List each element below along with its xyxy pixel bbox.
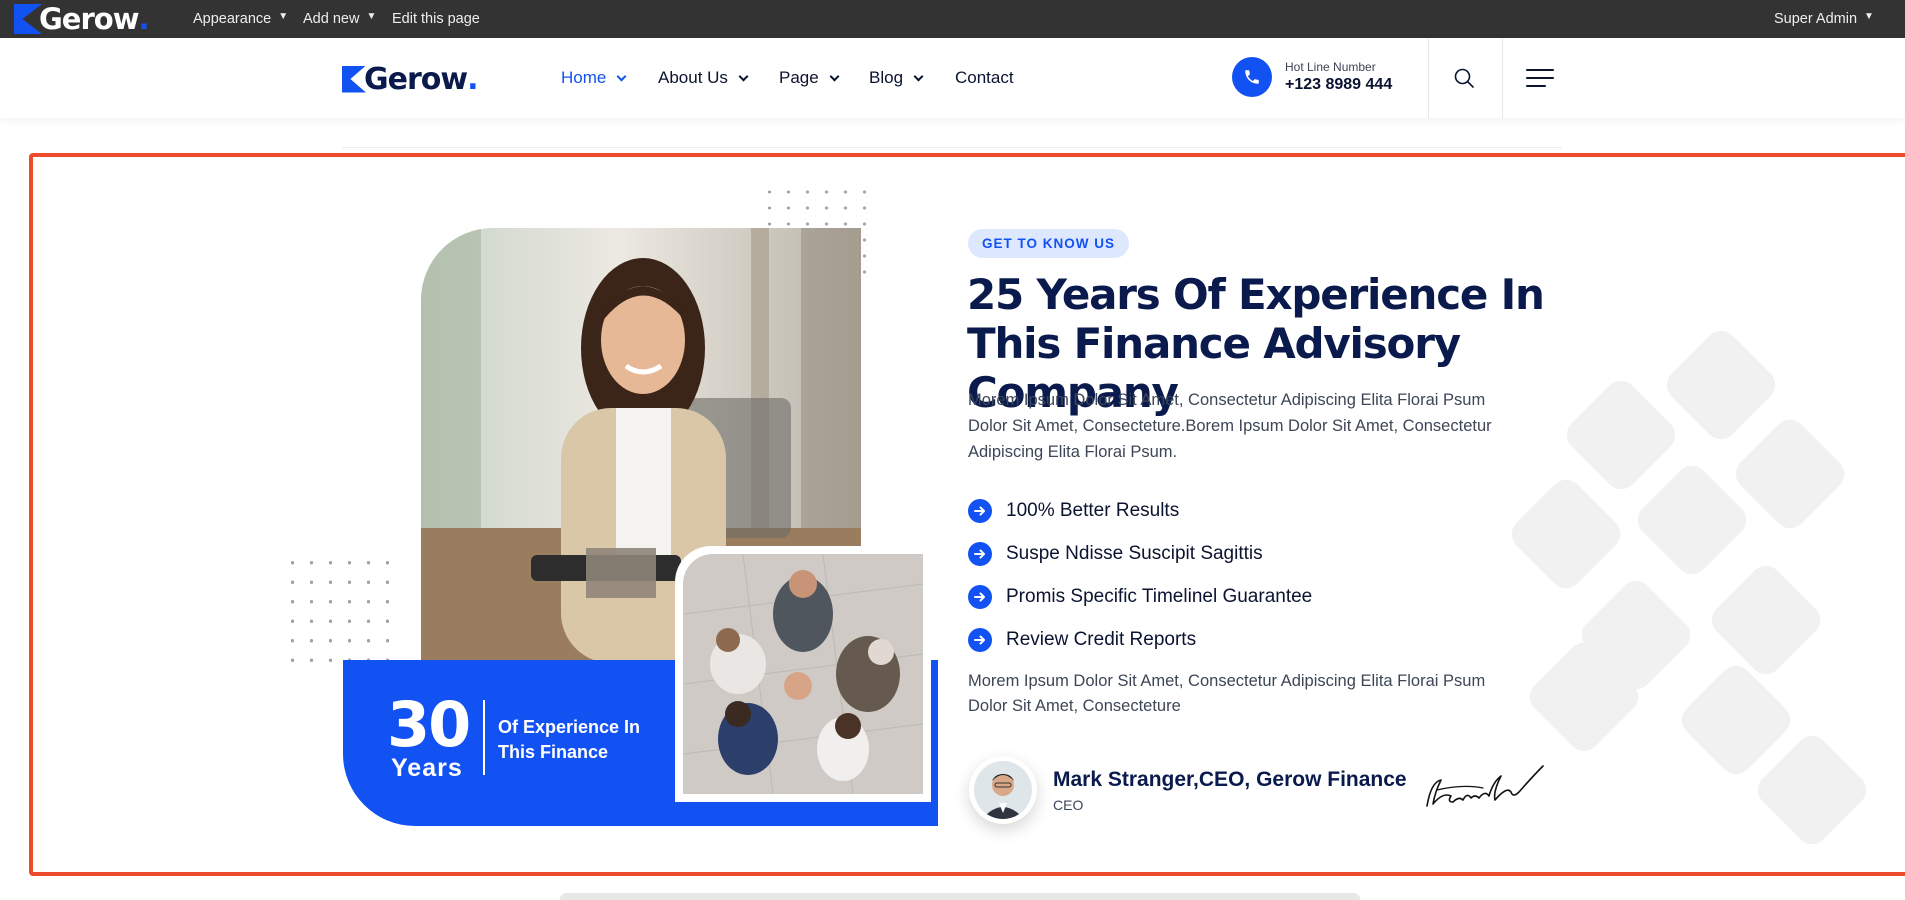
chevron-down-icon bbox=[616, 71, 627, 81]
list-item-label: Suspe Ndisse Suscipit Sagittis bbox=[1006, 542, 1263, 564]
experience-text: Of Experience In This Finance Advisory C… bbox=[498, 717, 641, 762]
admin-user-menu[interactable]: Super Admin ▼ bbox=[1774, 0, 1874, 38]
nav-item-about-us[interactable]: About Us bbox=[658, 66, 749, 90]
caret-down-icon: ▼ bbox=[278, 10, 289, 22]
decor-shape bbox=[1751, 729, 1873, 851]
feature-list: 100% Better Results Suspe Ndisse Suscipi… bbox=[968, 489, 1312, 661]
section-tag: GET TO KNOW US bbox=[968, 229, 1130, 258]
avatar bbox=[969, 756, 1037, 824]
ceo-photo bbox=[974, 761, 1032, 819]
admin-bar: Gerow. Appearance ▼ Add new ▼ Edit this pa… bbox=[0, 0, 1905, 38]
decor-dot-grid bbox=[283, 553, 399, 671]
signature-image bbox=[1426, 765, 1544, 807]
phone-icon bbox=[1245, 70, 1259, 84]
ceo-name: Mark Stranger,CEO, Gerow Finance bbox=[1053, 768, 1407, 791]
nav-item-label: Home bbox=[561, 68, 607, 87]
about-section-selected-frame[interactable] bbox=[29, 153, 1905, 876]
nav-item-home[interactable]: Home bbox=[561, 66, 627, 90]
nav-item-label: About Us bbox=[658, 68, 728, 87]
next-section-edge bbox=[560, 893, 1360, 900]
nav-item-label: Page bbox=[779, 68, 819, 87]
arrow-right-circle-icon bbox=[968, 498, 992, 523]
decor-shape bbox=[1660, 324, 1782, 446]
list-item-label: 100% Better Results bbox=[1006, 499, 1180, 521]
site-header: Gerow. Home About Us Page Blog Contact H… bbox=[0, 38, 1905, 118]
arrow-right-circle-icon bbox=[968, 541, 992, 566]
menu-icon bbox=[1526, 69, 1554, 87]
nav-item-blog[interactable]: Blog bbox=[869, 66, 924, 90]
admin-menu-edit-page[interactable]: Edit this page bbox=[392, 0, 480, 38]
list-item: 100% Better Results bbox=[968, 489, 1312, 532]
chevron-down-icon bbox=[829, 71, 840, 81]
admin-logo[interactable]: Gerow. bbox=[14, 2, 150, 36]
experience-unit: Years bbox=[391, 754, 463, 782]
site-logo-dot: . bbox=[467, 61, 479, 97]
list-item-label: Promis Specific Timelinel Guarantee bbox=[1006, 585, 1313, 607]
section-top-line bbox=[342, 147, 1562, 148]
header-divider bbox=[1502, 38, 1503, 118]
hotline-label: Hot Line Number bbox=[1285, 60, 1376, 74]
team-hands-photo bbox=[683, 554, 923, 794]
search-button[interactable] bbox=[1452, 66, 1476, 90]
list-item: Review Credit Reports bbox=[968, 618, 1312, 661]
nav-item-label: Contact bbox=[955, 68, 1014, 87]
arrow-right-circle-icon bbox=[968, 627, 992, 652]
site-logo-text: Gerow bbox=[364, 61, 468, 97]
list-item-label: Review Credit Reports bbox=[1006, 628, 1197, 650]
phone-button[interactable] bbox=[1232, 57, 1272, 97]
ceo-role: CEO bbox=[1053, 797, 1084, 813]
arrow-right-circle-icon bbox=[968, 584, 992, 609]
offcanvas-menu-button[interactable] bbox=[1526, 68, 1554, 88]
section-description: Morem Ipsum Dolor Sit Amet, Consectetur … bbox=[968, 391, 1492, 461]
logo-mark-icon bbox=[14, 4, 42, 34]
list-item: Promis Specific Timelinel Guarantee bbox=[968, 575, 1312, 618]
admin-menu-add-new-label: Add new bbox=[303, 11, 360, 27]
list-item: Suspe Ndisse Suscipit Sagittis bbox=[968, 532, 1312, 575]
experience-number: 30 bbox=[387, 688, 471, 761]
admin-menu-add-new[interactable]: Add new ▼ bbox=[303, 0, 376, 38]
admin-menu-edit-page-label: Edit this page bbox=[392, 11, 480, 27]
decor-shape bbox=[1631, 459, 1753, 581]
decor-shape bbox=[1705, 559, 1827, 681]
section-description-secondary: Morem Ipsum Dolor Sit Amet, Consectetur … bbox=[968, 672, 1486, 715]
admin-menu-appearance[interactable]: Appearance ▼ bbox=[193, 0, 288, 38]
header-divider bbox=[1428, 38, 1429, 118]
site-logo[interactable]: Gerow. bbox=[342, 61, 479, 97]
experience-divider bbox=[483, 700, 485, 775]
caret-down-icon: ▼ bbox=[1864, 10, 1874, 22]
nav-item-label: Blog bbox=[869, 68, 904, 87]
chevron-down-icon bbox=[913, 71, 924, 81]
chevron-down-icon bbox=[738, 71, 749, 81]
admin-menu-appearance-label: Appearance bbox=[193, 11, 272, 27]
hotline-number[interactable]: +123 8989 444 bbox=[1285, 76, 1392, 94]
admin-logo-dot: . bbox=[138, 2, 150, 36]
decor-shape bbox=[1560, 374, 1682, 496]
caret-down-icon: ▼ bbox=[366, 10, 377, 22]
nav-item-contact[interactable]: Contact bbox=[955, 66, 1014, 90]
logo-mark-icon bbox=[342, 65, 366, 93]
decor-shape bbox=[1729, 413, 1851, 535]
team-photo-frame bbox=[675, 546, 931, 802]
admin-user-label: Super Admin bbox=[1774, 11, 1858, 27]
admin-logo-text: Gerow bbox=[39, 2, 139, 36]
decor-shape bbox=[1505, 473, 1627, 595]
nav-item-page[interactable]: Page bbox=[779, 66, 840, 90]
search-icon bbox=[1454, 68, 1474, 88]
